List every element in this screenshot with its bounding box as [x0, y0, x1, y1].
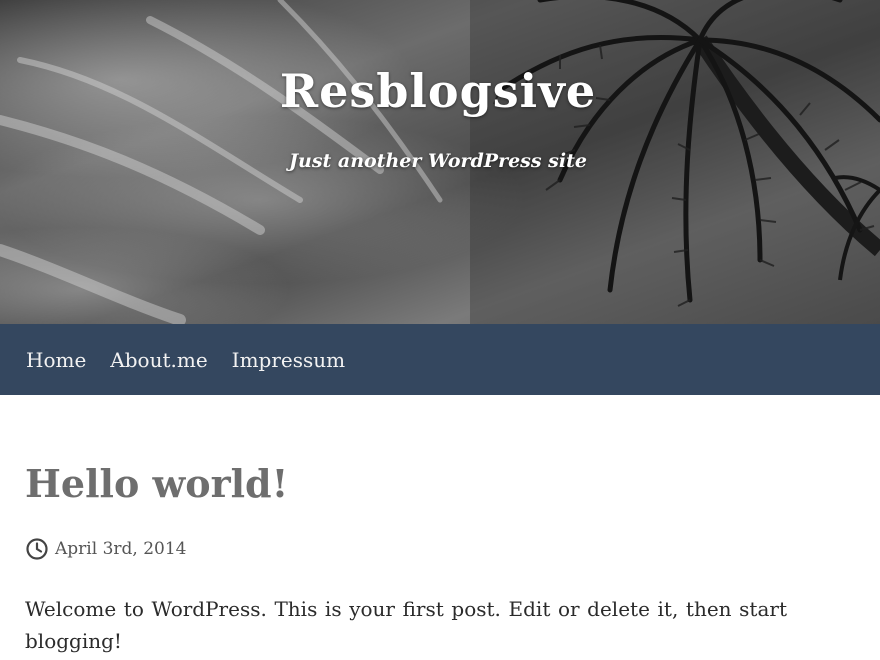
site-header: Resblogsive Just another WordPress site: [0, 0, 880, 324]
nav-item-about-me[interactable]: About.me: [110, 348, 207, 372]
main-content: Hello world! April 3rd, 2014 Welcome to …: [25, 395, 855, 660]
site-tagline: Just another WordPress site: [289, 150, 587, 172]
post-date[interactable]: April 3rd, 2014: [55, 539, 186, 559]
site-title[interactable]: Resblogsive: [0, 64, 876, 118]
post-excerpt: Welcome to WordPress. This is your first…: [25, 597, 787, 653]
main-navigation: Home About.me Impressum: [0, 324, 880, 395]
post-article: Hello world! April 3rd, 2014 Welcome to …: [25, 461, 855, 657]
post-title[interactable]: Hello world!: [25, 461, 855, 507]
clock-icon: [26, 538, 48, 560]
nav-item-impressum[interactable]: Impressum: [232, 348, 345, 372]
nav-item-home[interactable]: Home: [26, 348, 86, 372]
post-meta: April 3rd, 2014: [25, 537, 855, 561]
